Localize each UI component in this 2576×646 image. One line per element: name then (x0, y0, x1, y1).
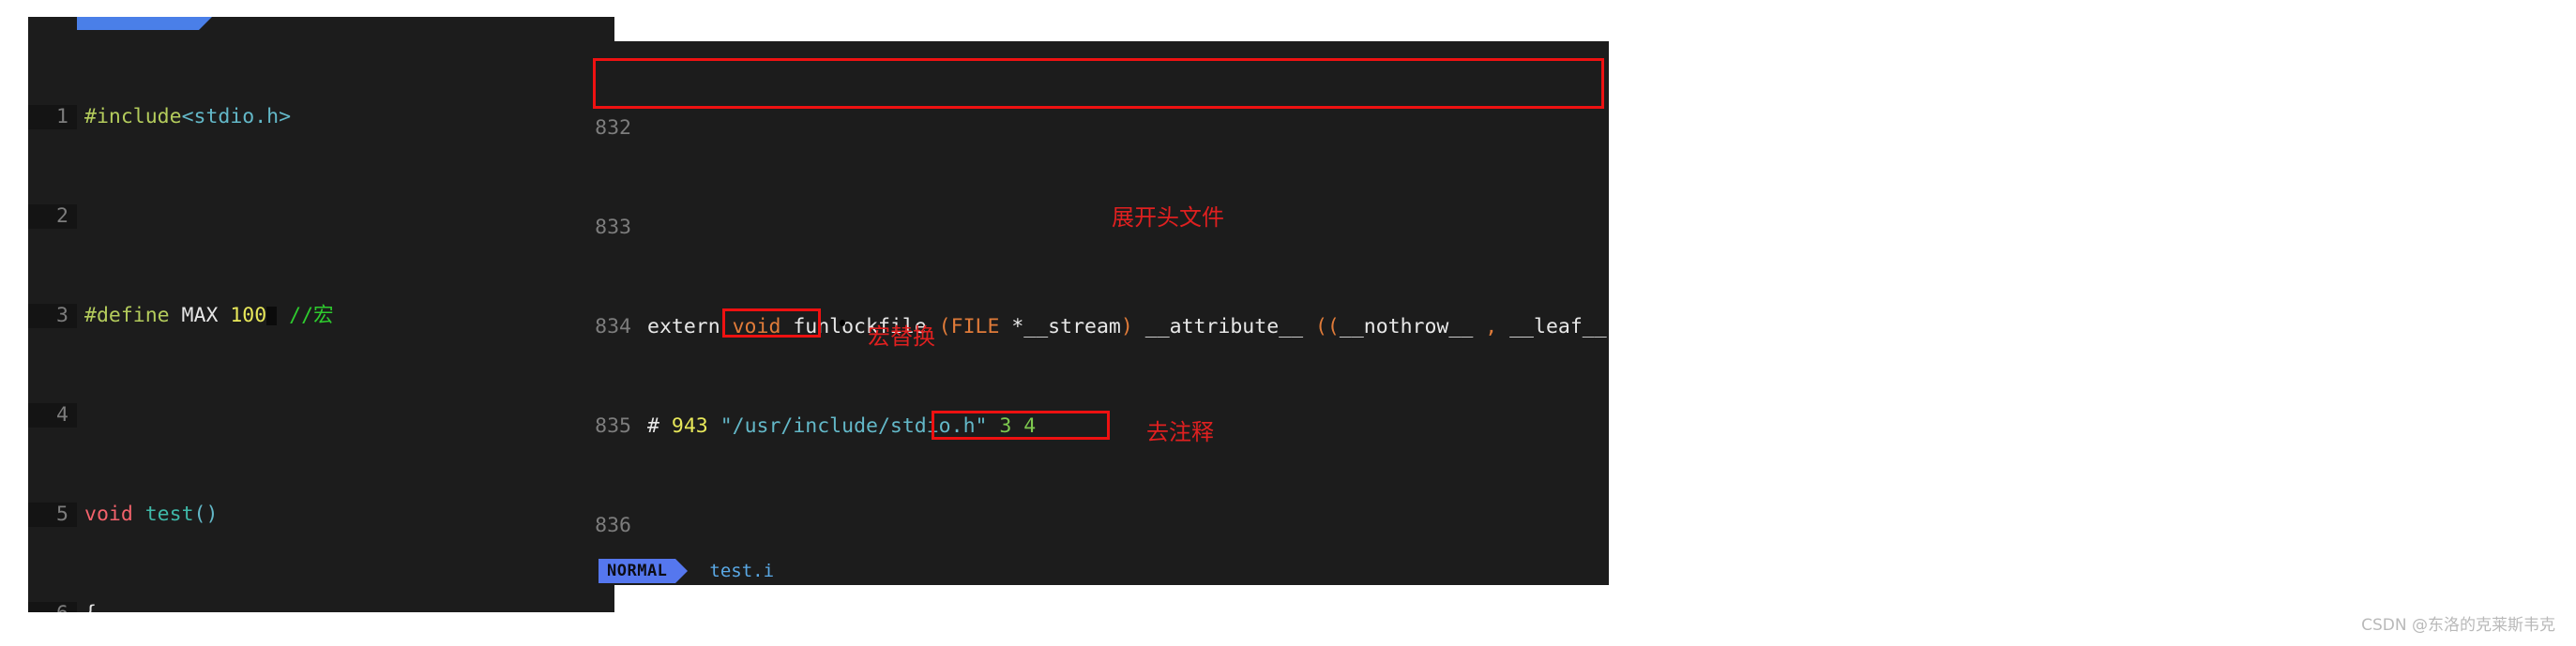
line-number: 835 (591, 413, 640, 439)
editor-tab-indicator (77, 17, 212, 30)
code-line: 832 (591, 115, 1609, 141)
code-line: 5 void test() (28, 502, 614, 527)
code-line: 4 (28, 402, 614, 428)
line-content: { (77, 602, 97, 613)
line-number: 4 (28, 402, 77, 428)
line-content: #include<stdio.h> (84, 104, 292, 128)
code-line: 1 #include<stdio.h> (28, 104, 614, 129)
text-cursor (266, 306, 278, 325)
watermark: CSDN @东洛的克莱斯韦克 (2361, 616, 2555, 635)
code-line: 2 (28, 203, 614, 229)
line-content: # 943 "/usr/include/stdio.h" 3 4 (647, 413, 1037, 438)
vim-mode-badge: NORMAL (599, 559, 689, 583)
line-content: void test() (84, 502, 219, 526)
right-code-area[interactable]: 832 833 834 extern void funlockfile (FIL… (591, 41, 1609, 585)
right-preprocessed-editor[interactable]: 832 833 834 extern void funlockfile (FIL… (591, 41, 1609, 585)
anno-macro-replace: 宏替换 (868, 323, 935, 350)
code-line: 834 extern void funlockfile (FILE *__str… (591, 314, 1609, 339)
line-number: 5 (28, 502, 77, 527)
code-line: 3 #define MAX 100 //宏 (28, 303, 614, 328)
line-number: 6 (28, 601, 77, 612)
line-number: 3 (28, 303, 77, 328)
anno-remove-comment: 去注释 (1146, 419, 1214, 445)
pointer-dot-macro (840, 320, 845, 326)
line-content: extern void funlockfile (FILE *__stream)… (647, 314, 1609, 338)
code-line: 836 (591, 513, 1609, 538)
left-source-editor[interactable]: 1 #include<stdio.h> 2 3 #define MAX 100 … (28, 17, 614, 612)
line-number: 2 (28, 203, 77, 229)
code-line: 833 (591, 215, 1609, 240)
line-number: 833 (591, 215, 640, 240)
line-number: 832 (591, 115, 640, 141)
line-number: 834 (591, 314, 640, 339)
left-code-area[interactable]: 1 #include<stdio.h> 2 3 #define MAX 100 … (28, 30, 614, 612)
code-line: 6 { (28, 601, 614, 613)
status-filename: test.i (709, 561, 775, 581)
line-number: 836 (591, 513, 640, 538)
line-number: 1 (28, 104, 77, 129)
anno-expand-header: 展开头文件 (1112, 204, 1224, 231)
code-line: 835 # 943 "/usr/include/stdio.h" 3 4 (591, 413, 1609, 439)
line-content: #define MAX 100 //宏 (84, 303, 334, 327)
vim-status-bar: NORMAL test.i (591, 557, 1609, 585)
